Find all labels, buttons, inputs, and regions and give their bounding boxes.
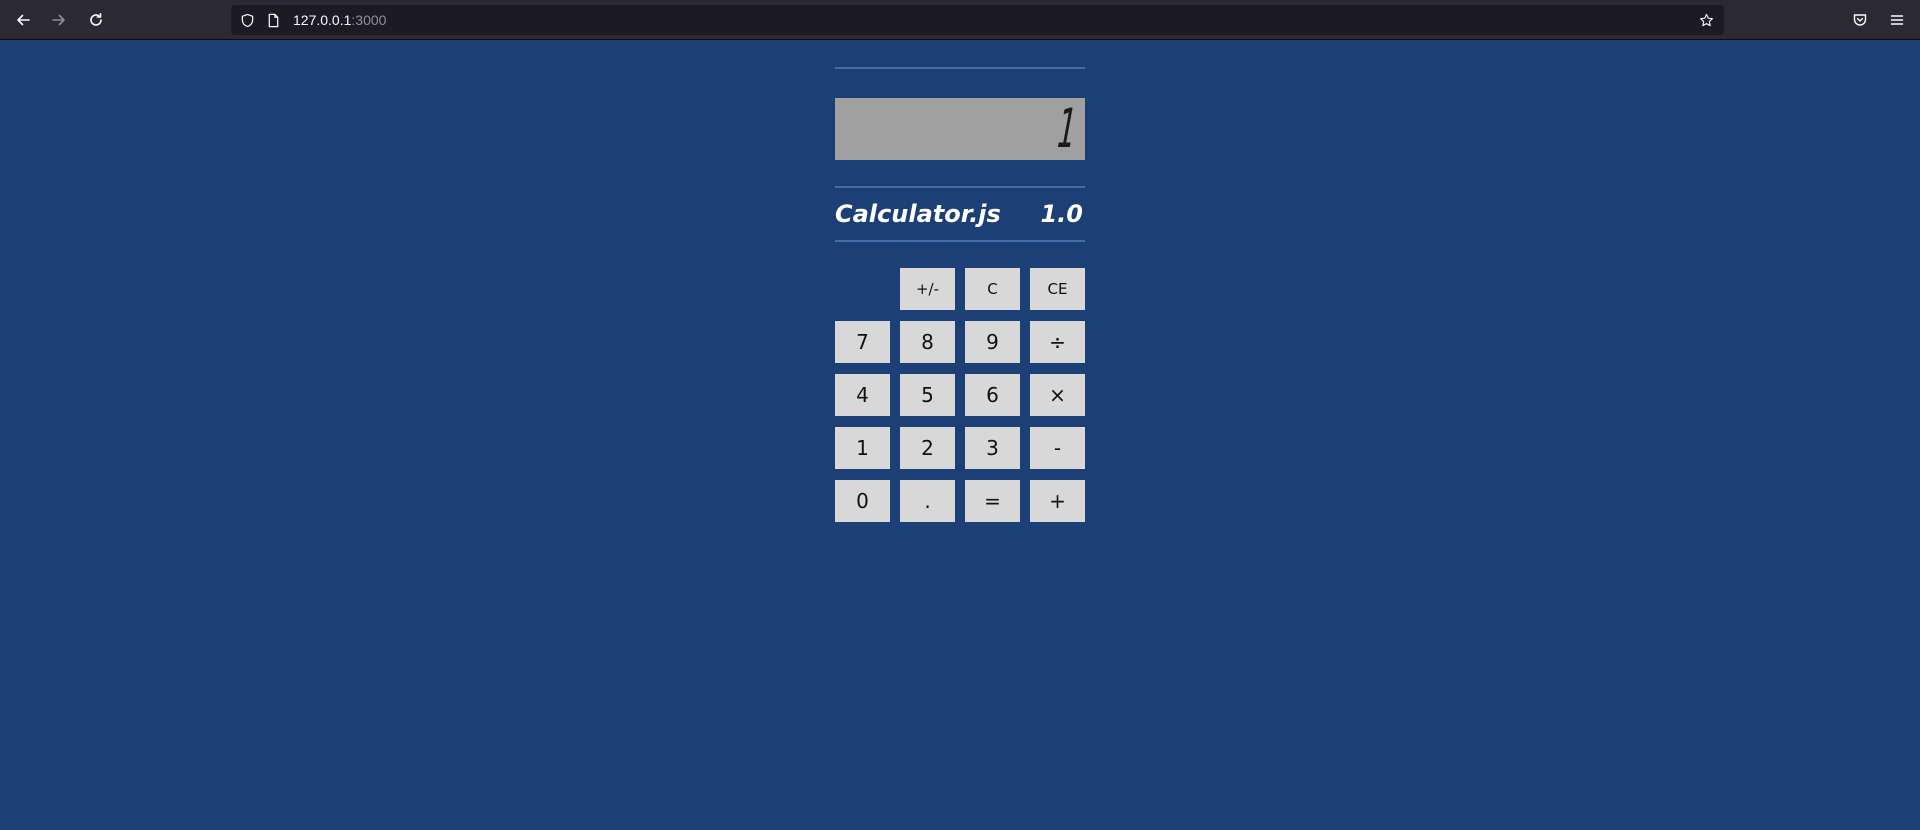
forward-arrow-icon — [52, 14, 65, 26]
equals-button[interactable]: = — [965, 480, 1020, 522]
minus-button[interactable]: - — [1030, 427, 1085, 469]
top-divider — [835, 67, 1085, 69]
url-host: 127.0.0.1 — [293, 12, 352, 28]
star-icon[interactable] — [1698, 12, 1714, 28]
url-text[interactable]: 127.0.0.1:3000 — [293, 11, 386, 29]
pocket-button[interactable] — [1848, 8, 1872, 32]
decimal-button[interactable]: . — [900, 480, 955, 522]
clear-entry-button[interactable]: CE — [1030, 268, 1085, 310]
plus-button[interactable]: + — [1030, 480, 1085, 522]
multiply-button[interactable]: × — [1030, 374, 1085, 416]
digit-6-button[interactable]: 6 — [965, 374, 1020, 416]
page-icon[interactable] — [265, 12, 281, 28]
url-port: :3000 — [351, 12, 387, 28]
shield-icon[interactable] — [239, 12, 255, 28]
menu-icon — [1890, 15, 1904, 25]
digit-3-button[interactable]: 3 — [965, 427, 1020, 469]
divide-button[interactable]: ÷ — [1030, 321, 1085, 363]
url-bar[interactable]: 127.0.0.1:3000 — [231, 5, 1724, 35]
sign-toggle-button[interactable]: +/- — [900, 268, 955, 310]
digit-4-button[interactable]: 4 — [835, 374, 890, 416]
display-value: 1 — [1055, 98, 1080, 160]
reload-icon — [90, 13, 102, 26]
pocket-icon — [1853, 14, 1867, 26]
menu-button[interactable] — [1885, 8, 1909, 32]
brand-name: Calculator.js — [835, 200, 1001, 228]
browser-toolbar: 127.0.0.1:3000 — [0, 0, 1920, 40]
digit-5-button[interactable]: 5 — [900, 374, 955, 416]
version-label: 1.0 — [1040, 200, 1083, 228]
digit-2-button[interactable]: 2 — [900, 427, 955, 469]
digit-9-button[interactable]: 9 — [965, 321, 1020, 363]
calculator-display: 1 — [835, 98, 1085, 160]
clear-button[interactable]: C — [965, 268, 1020, 310]
back-button[interactable] — [11, 8, 35, 32]
back-arrow-icon — [17, 14, 30, 26]
reload-button[interactable] — [84, 8, 108, 32]
brand-bottom-divider — [835, 240, 1085, 242]
digit-7-button[interactable]: 7 — [835, 321, 890, 363]
brand-top-divider — [835, 186, 1085, 188]
forward-button[interactable] — [47, 8, 71, 32]
digit-0-button[interactable]: 0 — [835, 480, 890, 522]
brand-row: Calculator.js 1.0 — [835, 196, 1085, 232]
digit-8-button[interactable]: 8 — [900, 321, 955, 363]
digit-1-button[interactable]: 1 — [835, 427, 890, 469]
